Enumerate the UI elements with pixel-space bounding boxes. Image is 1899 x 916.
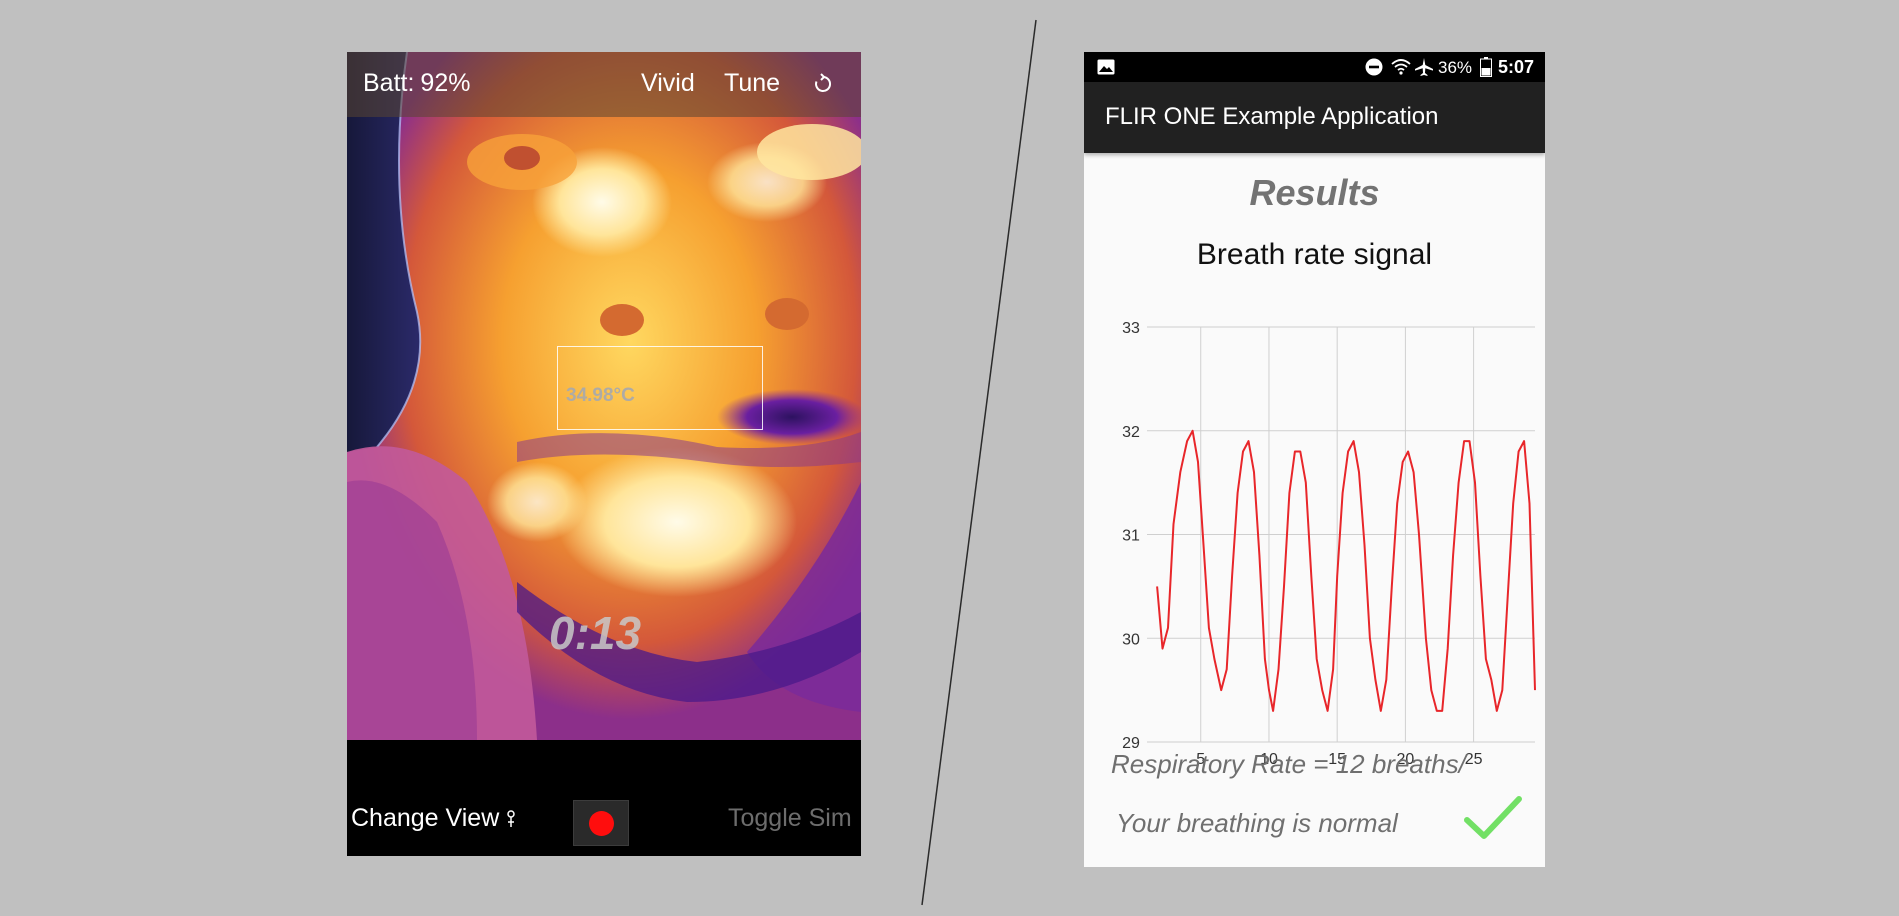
y-tick-label: 31 — [1122, 528, 1140, 545]
record-button[interactable] — [573, 800, 629, 846]
do-not-disturb-icon — [1365, 58, 1383, 76]
chart-axis-labels: 29303132335 10 15 20 25 — [1122, 320, 1483, 768]
airplane-mode-icon — [1415, 58, 1433, 76]
series-line — [1156, 429, 1536, 712]
roi-temperature: 34.98°C — [566, 385, 635, 406]
thermal-camera-screen: Batt: 92% Vivid Tune 34.98°C 0:13 Change … — [347, 52, 861, 856]
status-bar: 36% 5:07 — [1084, 52, 1545, 82]
battery-icon — [1480, 57, 1492, 77]
chart-series — [1156, 429, 1536, 712]
app-bar: FLIR ONE Example Application — [1084, 82, 1545, 153]
breathing-status-text: Your breathing is normal — [1116, 808, 1398, 838]
y-tick-label: 30 — [1122, 631, 1140, 648]
record-icon — [589, 811, 614, 836]
thermal-image-view: Batt: 92% Vivid Tune 34.98°C 0:13 — [347, 52, 861, 740]
battery-value: 92% — [420, 69, 471, 97]
respiratory-rate-text: Respiratory Rate = 12 breaths/ — [1111, 749, 1466, 779]
breath-rate-chart: 29303132335 10 15 20 25 — [1122, 320, 1536, 768]
battery-status: Batt: 92% — [363, 69, 476, 98]
results-heading: Results — [1249, 172, 1380, 213]
thermal-top-bar: Batt: 92% Vivid Tune — [347, 52, 861, 117]
tune-button[interactable]: Tune — [724, 69, 780, 98]
check-icon — [1464, 796, 1522, 839]
toggle-sim-button[interactable]: Toggle Sim — [728, 804, 852, 833]
recording-timer: 0:13 — [549, 607, 642, 659]
results-screen: 36% 5:07 FLIR ONE Example Application Re… — [1084, 52, 1545, 867]
divider-line — [921, 19, 1037, 906]
app-title: FLIR ONE Example Application — [1105, 103, 1439, 130]
y-tick-label: 33 — [1122, 320, 1140, 337]
roi-selection-box[interactable]: 34.98°C — [557, 346, 763, 430]
palette-vivid-button[interactable]: Vivid — [641, 69, 695, 98]
change-view-label: Change View — [351, 804, 500, 832]
wifi-icon — [1391, 59, 1411, 75]
status-clock: 5:07 — [1498, 57, 1535, 77]
x-tick-label: 25 — [1465, 751, 1483, 768]
battery-percentage: 36% — [1438, 58, 1473, 77]
thermal-bottom-bar: Change View Toggle Sim — [347, 740, 861, 856]
refresh-icon[interactable] — [811, 72, 835, 96]
y-tick-label: 32 — [1122, 424, 1140, 441]
pin-icon — [507, 810, 516, 827]
chart-grid — [1147, 326, 1535, 743]
image-notification-icon — [1097, 59, 1115, 75]
battery-label: Batt: — [363, 69, 415, 97]
change-view-button[interactable]: Change View — [351, 804, 517, 833]
